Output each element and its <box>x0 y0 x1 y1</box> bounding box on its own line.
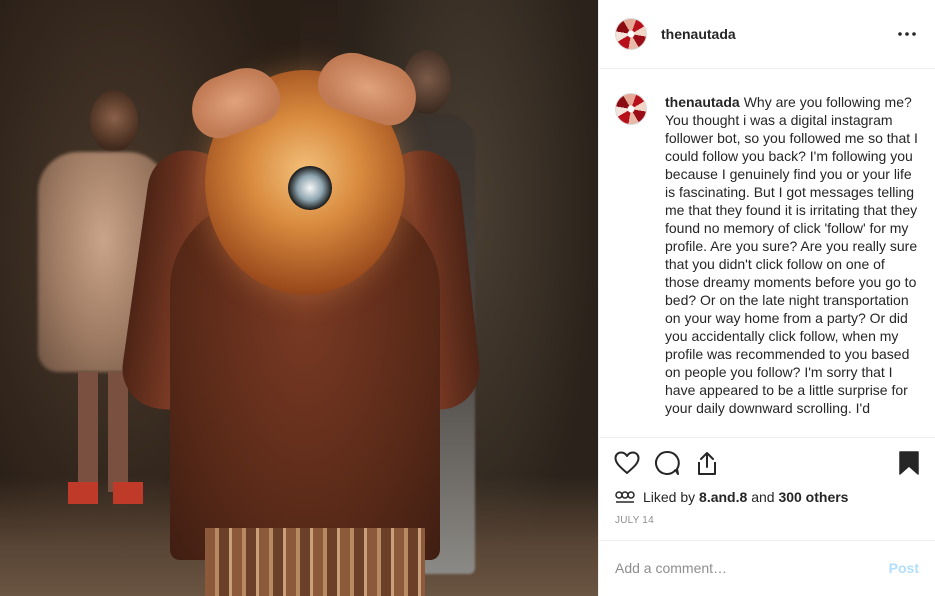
caption-area: thenautada Why are you following me? You … <box>599 69 935 438</box>
comment-icon[interactable] <box>653 449 681 477</box>
add-comment-input[interactable] <box>615 560 889 577</box>
others-likes-link[interactable]: 300 others <box>778 489 848 505</box>
bookmark-icon[interactable] <box>895 449 923 477</box>
caption-body: Why are you following me? You thought i … <box>665 94 918 417</box>
comment-form: Post <box>599 541 935 596</box>
photo-main-person-plaid-skirt <box>205 528 425 596</box>
caption-username-link[interactable]: thenautada <box>665 94 740 110</box>
likes-prefix: Liked by <box>643 489 696 506</box>
photo-bg-person-left-legs <box>78 372 128 492</box>
likes-joiner: and <box>751 489 775 506</box>
post-sidebar: thenautada thenautada Why are you followi… <box>598 0 935 596</box>
caption-text: thenautada Why are you following me? You … <box>665 93 919 417</box>
more-options-icon[interactable] <box>895 22 919 46</box>
share-icon[interactable] <box>693 449 721 477</box>
likers-avatars-icon[interactable] <box>615 489 635 506</box>
caption-row: thenautada Why are you following me? You … <box>615 93 919 417</box>
post-date[interactable]: JULY 14 <box>599 507 935 541</box>
photo-main-person <box>117 44 484 596</box>
author-avatar[interactable] <box>615 18 647 51</box>
photo-disc-center-hole <box>288 166 332 210</box>
heart-icon[interactable] <box>613 449 641 477</box>
post-photo[interactable] <box>0 0 598 596</box>
author-username-link[interactable]: thenautada <box>661 26 736 42</box>
first-liker-link[interactable]: 8.and.8 <box>699 489 747 505</box>
post-header: thenautada <box>599 0 935 70</box>
post-actions-bar <box>599 438 935 487</box>
likes-summary: Liked by 8.and.8 and 300 others <box>599 487 935 507</box>
caption-author-avatar[interactable] <box>615 93 647 126</box>
instagram-post: thenautada thenautada Why are you followi… <box>0 0 935 596</box>
post-comment-button[interactable]: Post <box>889 560 919 576</box>
